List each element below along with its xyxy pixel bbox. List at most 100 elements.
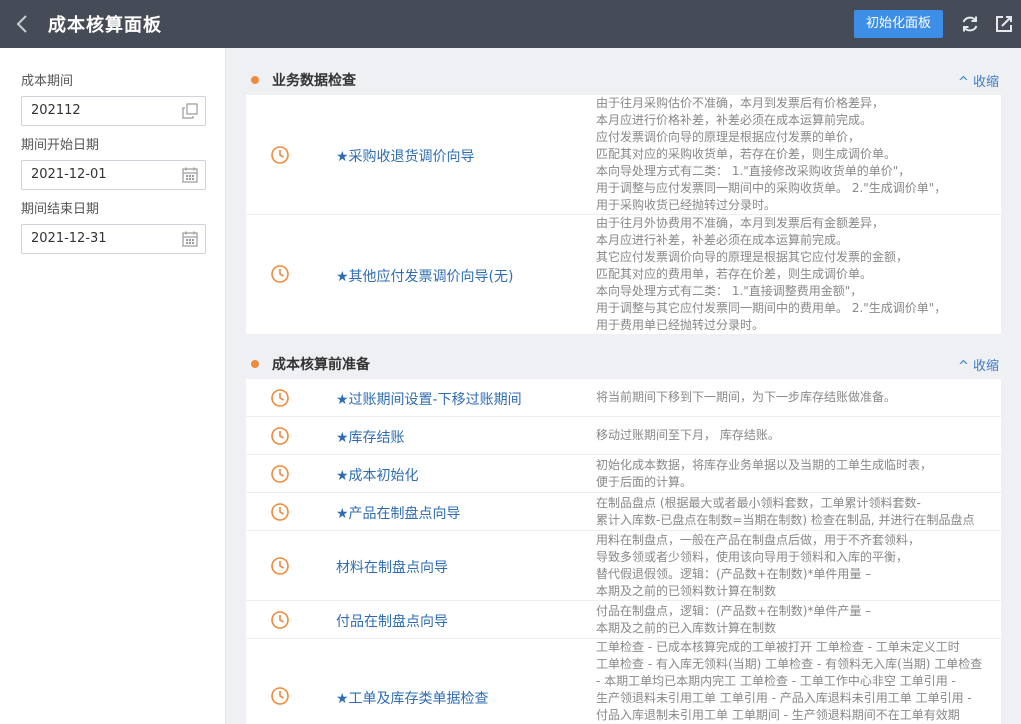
period-label: 成本期间 — [21, 74, 74, 89]
table-row: ★成本初始化 初始化成本数据，将库存业务单据以及当期的工单生成临时表， 便于后面… — [246, 455, 1001, 493]
clock-icon — [271, 427, 289, 445]
row-description: 在制品盘点 (根据最大或者最小领料套数，工单累计领料套数- 累计入库数-已盘点在… — [596, 495, 1006, 529]
desc-line: 其它应付发票调价向导的原理是根据其它应付发票的金额， — [596, 250, 909, 264]
desc-line: 替代假退假领。逻辑：(产品数+在制数)*单件用量 – — [596, 567, 872, 581]
desc-line: 移动过账期间至下月， 库存结账。 — [596, 428, 780, 442]
desc-line: 匹配其对应的费用单，若存在价差，则生成调价单。 — [596, 267, 873, 281]
period-input[interactable] — [31, 97, 171, 125]
desc-line: 本向导处理方式有二类： 1."直接修改采购收货单的单价"， — [596, 164, 911, 178]
end-date-field[interactable] — [21, 224, 206, 254]
row-link[interactable]: ★产品在制盘点向导 — [336, 503, 461, 523]
back-button[interactable] — [0, 0, 44, 48]
desc-line: 本期及之前的已领料数计算在制数 — [596, 584, 777, 598]
table-row: ★采购收退货调价向导 由于往月采购估价不准确，本月到发票后有价格差异， 本月应进… — [246, 95, 1001, 215]
row-description: 由于往月外协费用不准确，本月到发票后有金额差异， 本月应进行补差，补差必须在成本… — [596, 215, 1006, 334]
row-description: 移动过账期间至下月， 库存结账。 — [596, 427, 1006, 444]
row-link[interactable]: 付品在制盘点向导 — [336, 611, 448, 631]
start-date-field[interactable] — [21, 160, 206, 190]
end-date-label: 期间结束日期 — [21, 202, 100, 217]
desc-line: 导致多领或者少领料，使用该向导用于领料和入库的平衡， — [596, 550, 909, 564]
clock-icon — [271, 389, 289, 407]
clock-icon — [271, 465, 289, 483]
table-row: 材料在制盘点向导 用料在制盘点，一般在产品在制盘点后做，用于不齐套领料， 导致多… — [246, 531, 1001, 601]
external-link-icon — [996, 16, 1012, 32]
desc-line: 用于调整与应付发票同一期间中的采购收货单。 2."生成调价单"， — [596, 181, 947, 195]
row-description: 初始化成本数据，将库存业务单据以及当期的工单生成临时表， 便于后面的计算。 — [596, 457, 1006, 491]
desc-line: 本月应进行价格补差，补差必须在成本运算前完成。 — [596, 113, 873, 127]
desc-line: 付品入库退制未引用工单 工单期间 - 生产领退料期间不在工单有效期 — [596, 708, 960, 722]
page-title: 成本核算面板 — [48, 15, 162, 36]
table-row: ★其他应付发票调价向导(无) 由于往月外协费用不准确，本月到发票后有金额差异， … — [246, 215, 1001, 334]
table-row: ★产品在制盘点向导 在制品盘点 (根据最大或者最小领料套数，工单累计领料套数- … — [246, 493, 1001, 531]
refresh-button[interactable] — [953, 0, 987, 48]
section-header: 业务数据检查 ^ 收缩 — [246, 65, 1021, 95]
section-dot — [251, 360, 259, 368]
table-row: ★过账期间设置-下移过账期间 将当前期间下移到下一期间，为下一步库存结账做准备。 — [246, 379, 1001, 417]
row-description: 由于往月采购估价不准确，本月到发票后有价格差异， 本月应进行价格补差，补差必须在… — [596, 95, 1006, 214]
start-date-input[interactable] — [31, 161, 171, 189]
desc-line: 将当前期间下移到下一期间，为下一步库存结账做准备。 — [596, 390, 897, 404]
row-description: 用料在制盘点，一般在产品在制盘点后做，用于不齐套领料， 导致多领或者少领料，使用… — [596, 532, 1006, 600]
section-dot — [251, 76, 259, 84]
top-bar: 成本核算面板 初始化面板 — [0, 0, 1021, 48]
clock-icon — [271, 557, 289, 575]
row-link[interactable]: ★库存结账 — [336, 427, 405, 447]
desc-line: 本月应进行补差，补差必须在成本运算前完成。 — [596, 233, 849, 247]
desc-line: 用于调整与其它应付发票同一期间中的费用单。 2."生成调价单"， — [596, 301, 947, 315]
clock-icon — [271, 503, 289, 521]
calendar-icon[interactable] — [181, 166, 199, 184]
desc-line: 在制品盘点 (根据最大或者最小领料套数，工单累计领料套数- — [596, 496, 921, 510]
desc-line: 用料在制盘点，一般在产品在制盘点后做，用于不齐套领料， — [596, 533, 921, 547]
row-link[interactable]: ★采购收退货调价向导 — [336, 146, 475, 166]
desc-line: 付品在制盘点，逻辑：(产品数+在制数)*单件产量 – — [596, 604, 872, 618]
table-row: ★工单及库存类单据检查 工单检查 - 已成本核算完成的工单被打开 工单检查 - … — [246, 639, 1001, 724]
end-date-input[interactable] — [31, 225, 171, 253]
desc-line: 应付发票调价向导的原理是根据应付发票的单价， — [596, 130, 861, 144]
export-button[interactable] — [987, 0, 1021, 48]
chevron-left-icon — [16, 15, 27, 33]
desc-line: 生产领退料未引用工单 工单引用 - 产品入库退料未引用工单 工单引用 - — [596, 691, 972, 705]
section-title: 成本核算前准备 — [272, 357, 370, 373]
desc-line: 工单检查 - 有入库无领料(当期) 工单检查 - 有领料无入库(当期) 工单检查 — [596, 657, 983, 671]
desc-line: 本期及之前的已入库数计算在制数 — [596, 621, 777, 635]
period-field[interactable] — [21, 96, 206, 126]
desc-line: 便于后面的计算。 — [596, 475, 693, 489]
clock-icon — [271, 146, 289, 164]
row-link[interactable]: ★过账期间设置-下移过账期间 — [336, 389, 522, 409]
sidebar: 成本期间 期间开始日期 期间结束日期 — [0, 48, 226, 724]
collapse-toggle[interactable]: ^ 收缩 — [958, 355, 999, 374]
section-panel: ★过账期间设置-下移过账期间 将当前期间下移到下一期间，为下一步库存结账做准备。… — [246, 379, 1001, 724]
row-description: 工单检查 - 已成本核算完成的工单被打开 工单检查 - 工单未定义工时 工单检查… — [596, 639, 1006, 724]
desc-line: 初始化成本数据，将库存业务单据以及当期的工单生成临时表， — [596, 458, 933, 472]
table-row: ★库存结账 移动过账期间至下月， 库存结账。 — [246, 417, 1001, 455]
calendar-icon[interactable] — [181, 230, 199, 248]
section-title: 业务数据检查 — [272, 73, 356, 89]
row-link[interactable]: ★成本初始化 — [336, 465, 419, 485]
copy-icon[interactable] — [181, 102, 199, 120]
clock-icon — [271, 611, 289, 629]
table-row: 付品在制盘点向导 付品在制盘点，逻辑：(产品数+在制数)*单件产量 – 本期及之… — [246, 601, 1001, 639]
start-date-label: 期间开始日期 — [21, 138, 100, 153]
refresh-icon — [962, 16, 978, 32]
desc-line: 累计入库数-已盘点在制数=当期在制数) 检查在制品, 并进行在制品盘点 — [596, 513, 975, 527]
row-link[interactable]: ★其他应付发票调价向导(无) — [336, 266, 513, 286]
collapse-toggle[interactable]: ^ 收缩 — [958, 71, 999, 90]
desc-line: 本向导处理方式有二类： 1."直接调整费用金额"， — [596, 284, 863, 298]
desc-line: 工单检查 - 已成本核算完成的工单被打开 工单检查 - 工单未定义工时 — [596, 640, 960, 654]
row-link[interactable]: 材料在制盘点向导 — [336, 557, 448, 577]
desc-line: 匹配其对应的采购收货单，若存在价差，则生成调价单。 — [596, 147, 897, 161]
desc-line: 用于费用单已经抛转过分录时。 — [596, 318, 765, 332]
section-header: 成本核算前准备 ^ 收缩 — [246, 349, 1021, 379]
desc-line: 由于往月外协费用不准确，本月到发票后有金额差异， — [596, 216, 885, 230]
desc-line: - 本期工单均已本期内完工 工单检查 - 工单工作中心非空 工单引用 - — [596, 674, 956, 688]
clock-icon — [271, 265, 289, 283]
desc-line: 由于往月采购估价不准确，本月到发票后有价格差异， — [596, 96, 885, 110]
desc-line: 用于采购收货已经抛转过分录时。 — [596, 198, 777, 212]
main-content: 业务数据检查 ^ 收缩 ★采购收退货调价向导 由于往月采购估价不准确，本月到发票… — [226, 48, 1021, 724]
row-link[interactable]: ★工单及库存类单据检查 — [336, 688, 489, 708]
row-description: 付品在制盘点，逻辑：(产品数+在制数)*单件产量 – 本期及之前的已入库数计算在… — [596, 603, 1006, 637]
section-panel: ★采购收退货调价向导 由于往月采购估价不准确，本月到发票后有价格差异， 本月应进… — [246, 95, 1001, 334]
row-description: 将当前期间下移到下一期间，为下一步库存结账做准备。 — [596, 389, 1006, 406]
init-panel-button[interactable]: 初始化面板 — [853, 10, 943, 38]
clock-icon — [271, 687, 289, 705]
